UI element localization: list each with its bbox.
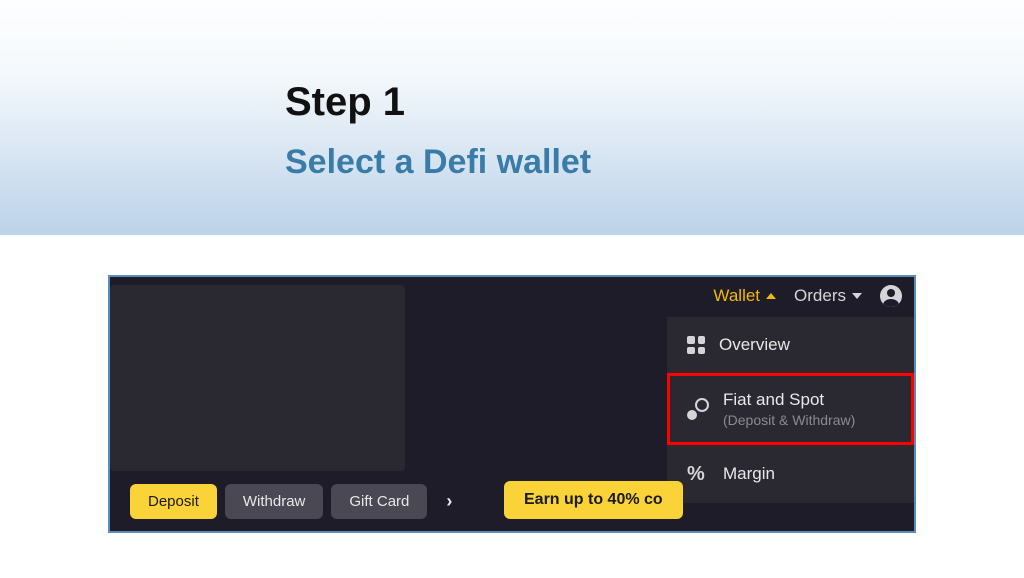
- swap-icon: [687, 398, 709, 420]
- top-navigation: Wallet Orders: [713, 285, 902, 307]
- menu-item-overview[interactable]: Overview: [667, 317, 914, 373]
- gift-card-button[interactable]: Gift Card: [331, 484, 427, 519]
- promo-banner[interactable]: Earn up to 40% co: [504, 481, 683, 519]
- withdraw-button[interactable]: Withdraw: [225, 484, 324, 519]
- step-description: Select a Defi wallet: [285, 143, 1024, 182]
- step-number: Step 1: [285, 80, 1024, 125]
- nav-orders-label: Orders: [794, 286, 846, 306]
- grid-icon: [687, 336, 705, 354]
- chevron-down-icon: [852, 293, 862, 299]
- menu-fiat-spot-subtitle: (Deposit & Withdraw): [723, 412, 855, 428]
- menu-item-fiat-spot[interactable]: Fiat and Spot (Deposit & Withdraw): [667, 373, 914, 445]
- nav-wallet-label: Wallet: [713, 286, 760, 306]
- menu-fiat-spot-text: Fiat and Spot (Deposit & Withdraw): [723, 390, 855, 428]
- menu-overview-label: Overview: [719, 335, 790, 355]
- promo-text: Earn up to 40% co: [524, 491, 663, 508]
- nav-orders[interactable]: Orders: [794, 286, 862, 306]
- menu-fiat-spot-title: Fiat and Spot: [723, 390, 855, 410]
- dark-panel-area: [110, 285, 405, 471]
- action-button-group: Deposit Withdraw Gift Card ›: [130, 484, 463, 519]
- chevron-right-icon[interactable]: ›: [435, 484, 463, 518]
- deposit-button[interactable]: Deposit: [130, 484, 217, 519]
- nav-wallet[interactable]: Wallet: [713, 286, 776, 306]
- action-bar: Deposit Withdraw Gift Card › Earn up to …: [110, 471, 914, 531]
- user-avatar-icon[interactable]: [880, 285, 902, 307]
- tutorial-header: Step 1 Select a Defi wallet: [0, 0, 1024, 235]
- wallet-screenshot: Wallet Orders Overview Fiat and Spot (De…: [108, 275, 916, 533]
- chevron-up-icon: [766, 293, 776, 299]
